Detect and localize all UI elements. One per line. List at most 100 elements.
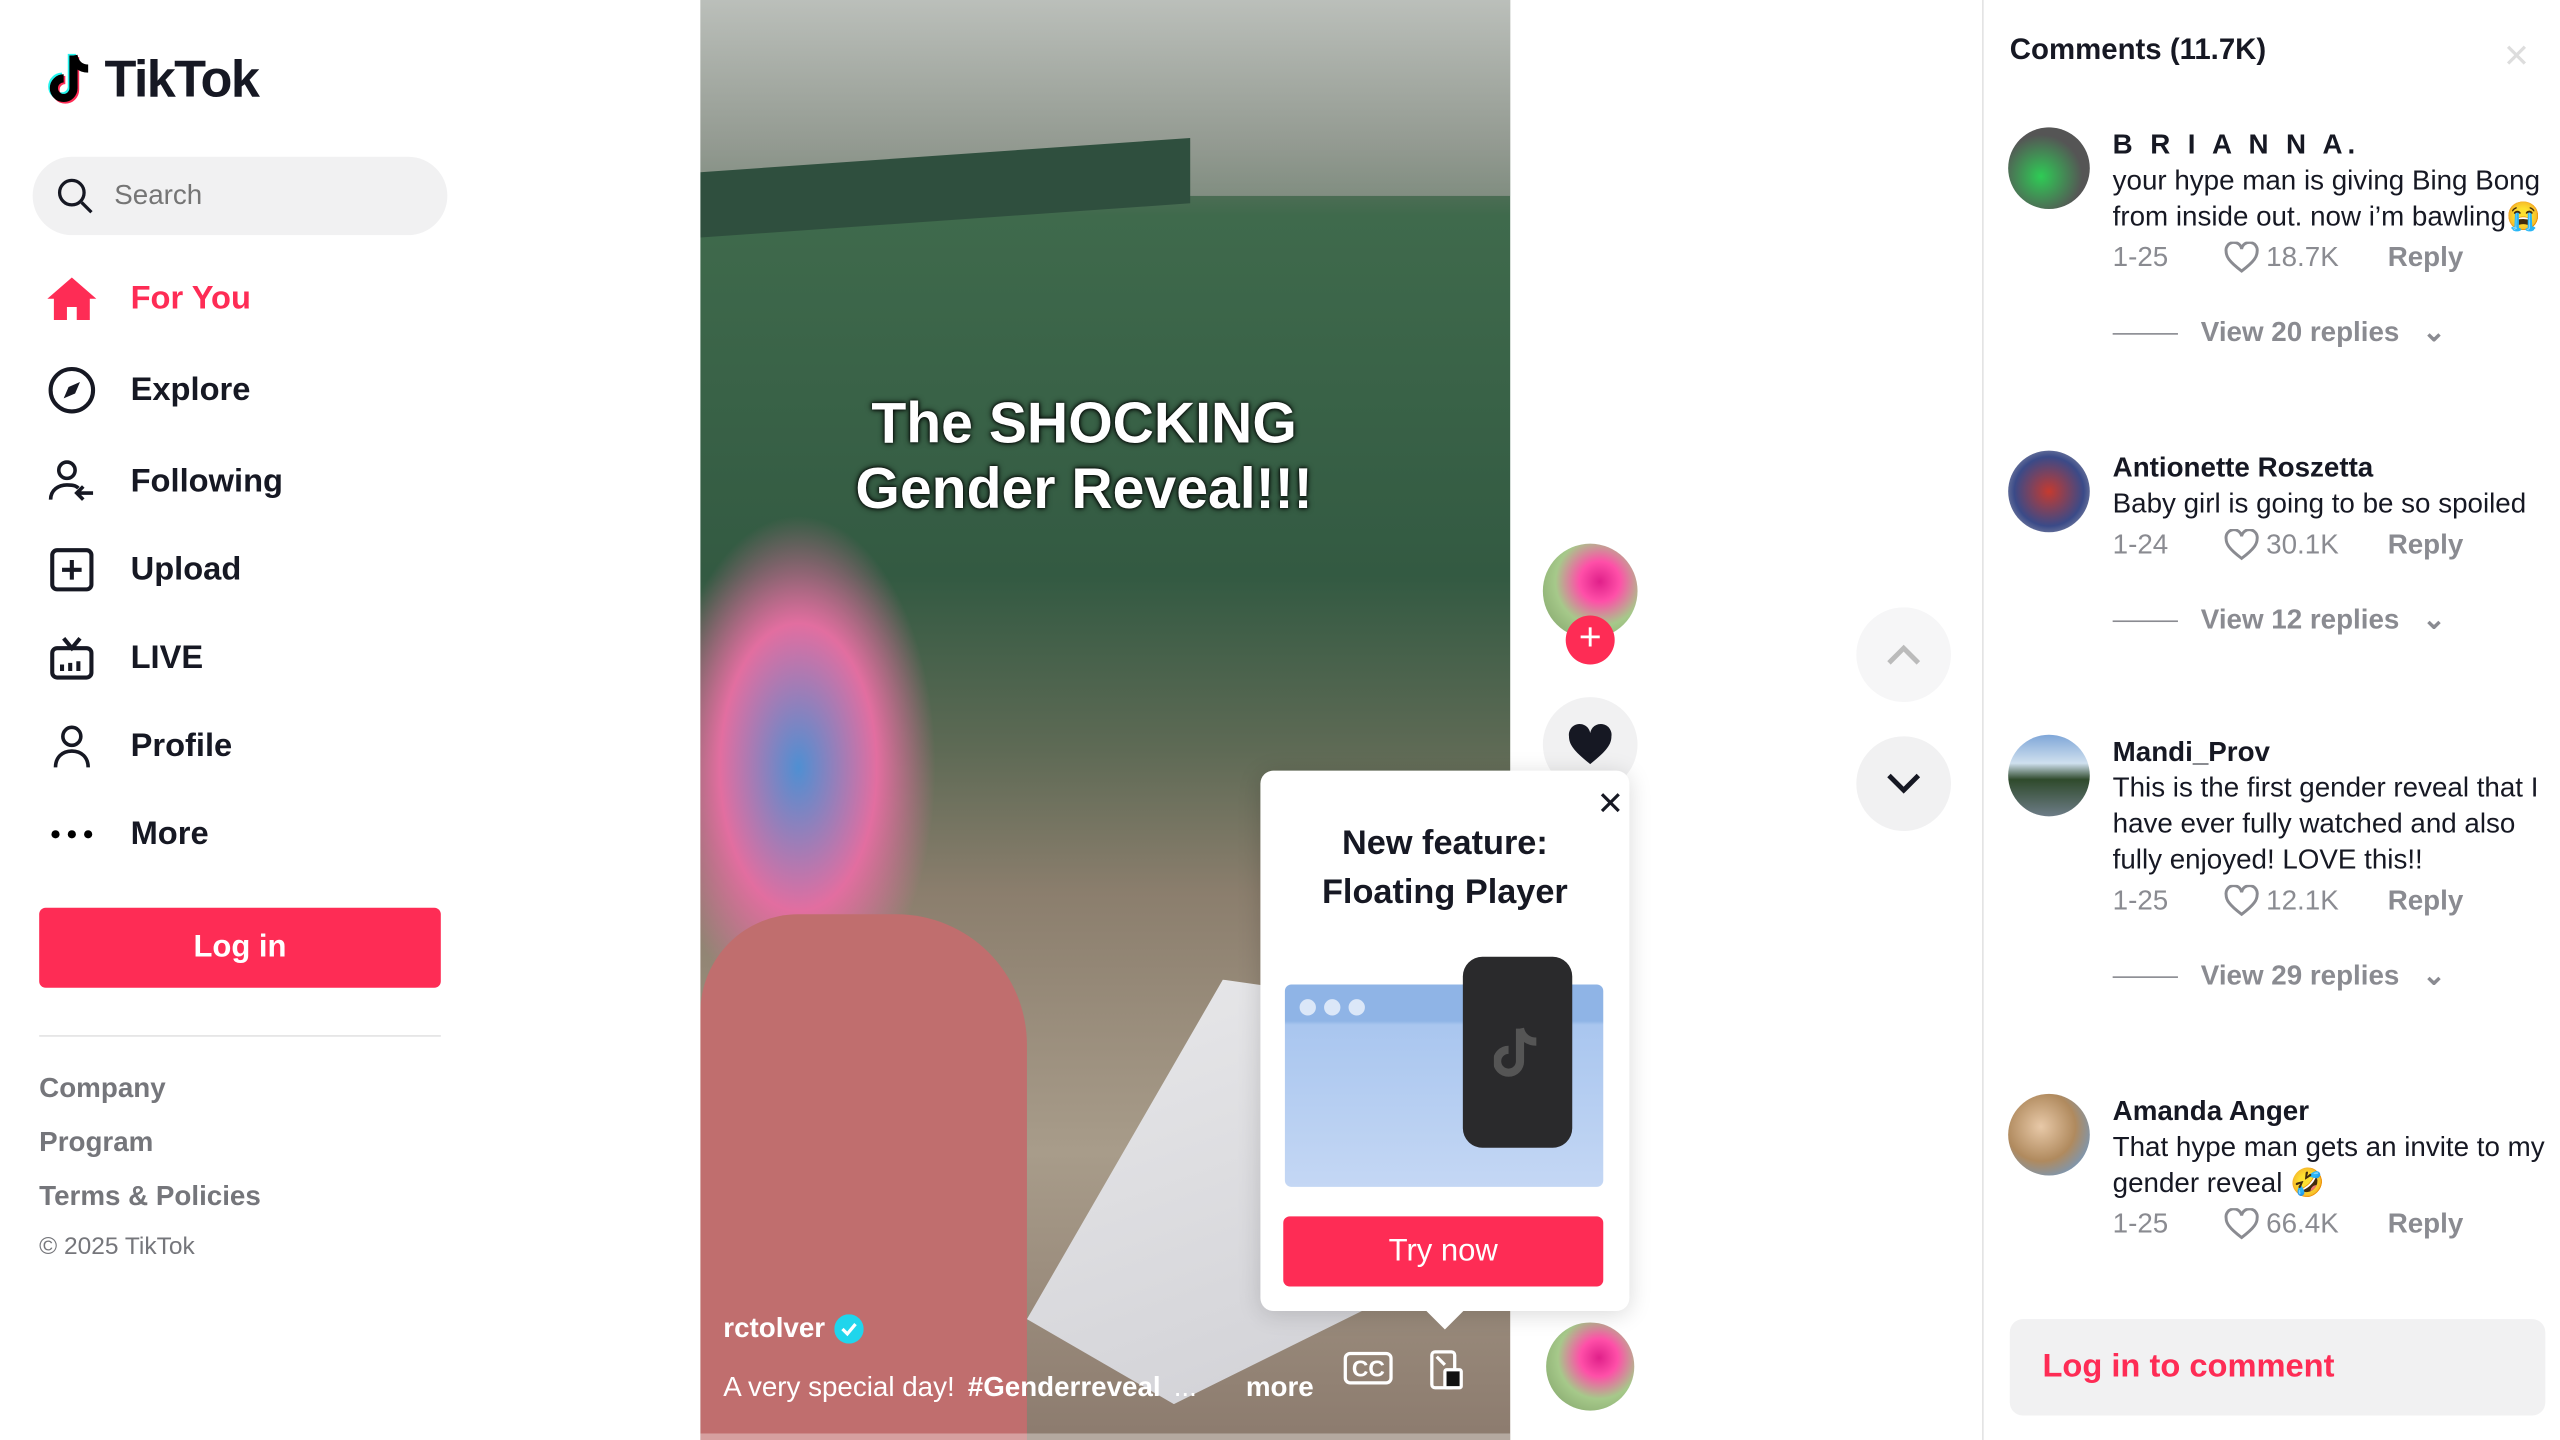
comment-text: Baby girl is going to be so spoiled <box>2112 488 2527 520</box>
comment-date: 1-24 <box>2112 528 2169 560</box>
comment-like-button[interactable]: 30.1K <box>2224 528 2339 562</box>
sound-disc[interactable] <box>1546 1322 1635 1411</box>
comment-text: your hype man is giving Bing Bong from i… <box>2112 164 2541 232</box>
sidebar-item-label: Upload <box>130 551 242 587</box>
reply-button[interactable]: Reply <box>2388 885 2464 918</box>
chevron-down-icon: ⌄ <box>2422 316 2446 348</box>
comment-like-button[interactable]: 18.7K <box>2224 241 2339 275</box>
sidebar-divider <box>39 1035 441 1037</box>
sidebar-item-upload[interactable]: Upload <box>46 537 242 602</box>
close-comments-icon[interactable]: ✕ <box>2503 36 2530 77</box>
following-icon <box>46 456 98 508</box>
video-author[interactable]: rctolver <box>723 1313 865 1346</box>
like-count: 66.4K <box>2266 1208 2339 1240</box>
tiktok-note-icon <box>48 53 89 103</box>
comment-like-button[interactable]: 66.4K <box>2224 1208 2339 1241</box>
comments-title: Comments (11.7K) <box>2009 32 2267 66</box>
video-caption: A very special day! #Genderreveal ... mo… <box>723 1371 1313 1404</box>
comment-date: 1-25 <box>2112 241 2169 273</box>
logo-text: TikTok <box>104 48 259 108</box>
tiktok-logo[interactable]: TikTok <box>46 48 260 109</box>
comment-author[interactable]: Amanda Anger <box>2113 1094 2554 1130</box>
footer-link-company[interactable]: Company <box>39 1073 165 1106</box>
home-icon <box>46 273 98 325</box>
sidebar-item-label: More <box>130 815 209 852</box>
avatar[interactable] <box>2008 1093 2090 1176</box>
like-count: 12.1K <box>2266 884 2339 916</box>
sidebar-item-label: Explore <box>130 371 251 408</box>
login-button[interactable]: Log in <box>39 907 441 988</box>
like-count: 18.7K <box>2266 241 2339 273</box>
footer-link-program[interactable]: Program <box>39 1127 153 1160</box>
live-tv-icon <box>46 632 98 684</box>
cc-icon: CC <box>1351 1355 1385 1382</box>
search-icon <box>57 178 93 214</box>
sidebar-item-label: For You <box>130 279 251 316</box>
compass-icon <box>46 364 98 416</box>
chevron-down-icon <box>1887 773 1921 794</box>
comment-text: That hype man gets an invite to my gende… <box>2112 1131 2545 1199</box>
view-replies-button[interactable]: View 29 replies ⌄ <box>2112 959 2554 993</box>
comment-author[interactable]: Antionette Roszetta <box>2113 451 2554 487</box>
comment-date: 1-25 <box>2112 1208 2169 1240</box>
avatar[interactable] <box>2008 450 2090 533</box>
heart-icon <box>1568 723 1612 765</box>
sidebar-item-live[interactable]: LIVE <box>46 625 203 690</box>
chevron-down-icon: ⌄ <box>2422 604 2446 636</box>
more-button[interactable]: more <box>1246 1371 1314 1404</box>
tiktok-note-icon <box>1493 1026 1536 1076</box>
try-now-button[interactable]: Try now <box>1283 1216 1604 1287</box>
heart-outline-icon <box>2224 241 2259 273</box>
search-input[interactable] <box>114 179 409 213</box>
heart-outline-icon <box>2224 884 2259 917</box>
video-overlay-title: The SHOCKING Gender Reveal!!! <box>855 391 1313 521</box>
sidebar-item-profile[interactable]: Profile <box>46 713 233 778</box>
sidebar-item-label: Profile <box>130 727 233 764</box>
login-to-comment-button[interactable]: Log in to comment <box>2009 1319 2546 1416</box>
comment-like-button[interactable]: 12.1K <box>2224 884 2339 918</box>
comment-author[interactable]: Mandi_Prov <box>2113 735 2554 771</box>
phone-illustration <box>1462 956 1573 1148</box>
view-replies-button[interactable]: View 20 replies ⌄ <box>2112 316 2554 350</box>
like-count: 30.1K <box>2266 528 2339 560</box>
sidebar-item-explore[interactable]: Explore <box>46 358 251 423</box>
upload-icon <box>46 544 98 596</box>
sidebar-item-more[interactable]: More <box>46 802 209 867</box>
search-bar[interactable] <box>32 156 448 236</box>
comments-panel: Comments (11.7K) ✕ B R I A N N A. your h… <box>1982 0 2560 1440</box>
avatar[interactable] <box>2008 127 2090 209</box>
reply-button[interactable]: Reply <box>2388 1208 2464 1241</box>
reply-button[interactable]: Reply <box>2388 529 2464 562</box>
sidebar-item-following[interactable]: Following <box>46 449 283 514</box>
caption-ellipsis: ... <box>1173 1371 1197 1403</box>
chevron-down-icon: ⌄ <box>2422 959 2446 992</box>
sidebar-item-for-you[interactable]: For You <box>46 266 251 331</box>
profile-icon <box>46 720 98 772</box>
chevron-up-icon <box>1887 644 1921 665</box>
hashtag-link[interactable]: #Genderreveal <box>968 1371 1161 1404</box>
sidebar-item-label: Following <box>130 462 283 499</box>
comment-text: This is the first gender reveal that I h… <box>2112 772 2539 876</box>
floating-player-icon[interactable] <box>1429 1349 1465 1391</box>
floating-player-popup: ✕ New feature: Floating Player Try now <box>1260 770 1630 1330</box>
previous-video-button[interactable] <box>1856 607 1952 703</box>
comment-date: 1-25 <box>2112 884 2169 916</box>
caption-text: A very special day! <box>723 1371 955 1403</box>
avatar[interactable] <box>2008 734 2090 817</box>
more-dots-icon <box>46 808 98 860</box>
popup-title: New feature: Floating Player <box>1321 824 1568 912</box>
copyright: © 2025 TikTok <box>39 1232 195 1261</box>
popup-close-icon[interactable]: ✕ <box>1597 784 1624 825</box>
comment-author[interactable]: B R I A N N A. <box>2113 127 2554 163</box>
sidebar-item-label: LIVE <box>130 639 204 676</box>
heart-outline-icon <box>2224 528 2259 561</box>
view-replies-button[interactable]: View 12 replies ⌄ <box>2112 604 2554 637</box>
video-progress-bar[interactable] <box>700 1433 1511 1440</box>
follow-plus-icon[interactable]: + <box>1565 615 1615 665</box>
footer-link-terms[interactable]: Terms & Policies <box>39 1180 261 1213</box>
next-video-button[interactable] <box>1856 736 1952 832</box>
captions-cc-button[interactable]: CC <box>1343 1351 1394 1385</box>
heart-outline-icon <box>2224 1208 2259 1240</box>
author-name[interactable]: rctolver <box>723 1313 825 1346</box>
reply-button[interactable]: Reply <box>2388 242 2464 275</box>
